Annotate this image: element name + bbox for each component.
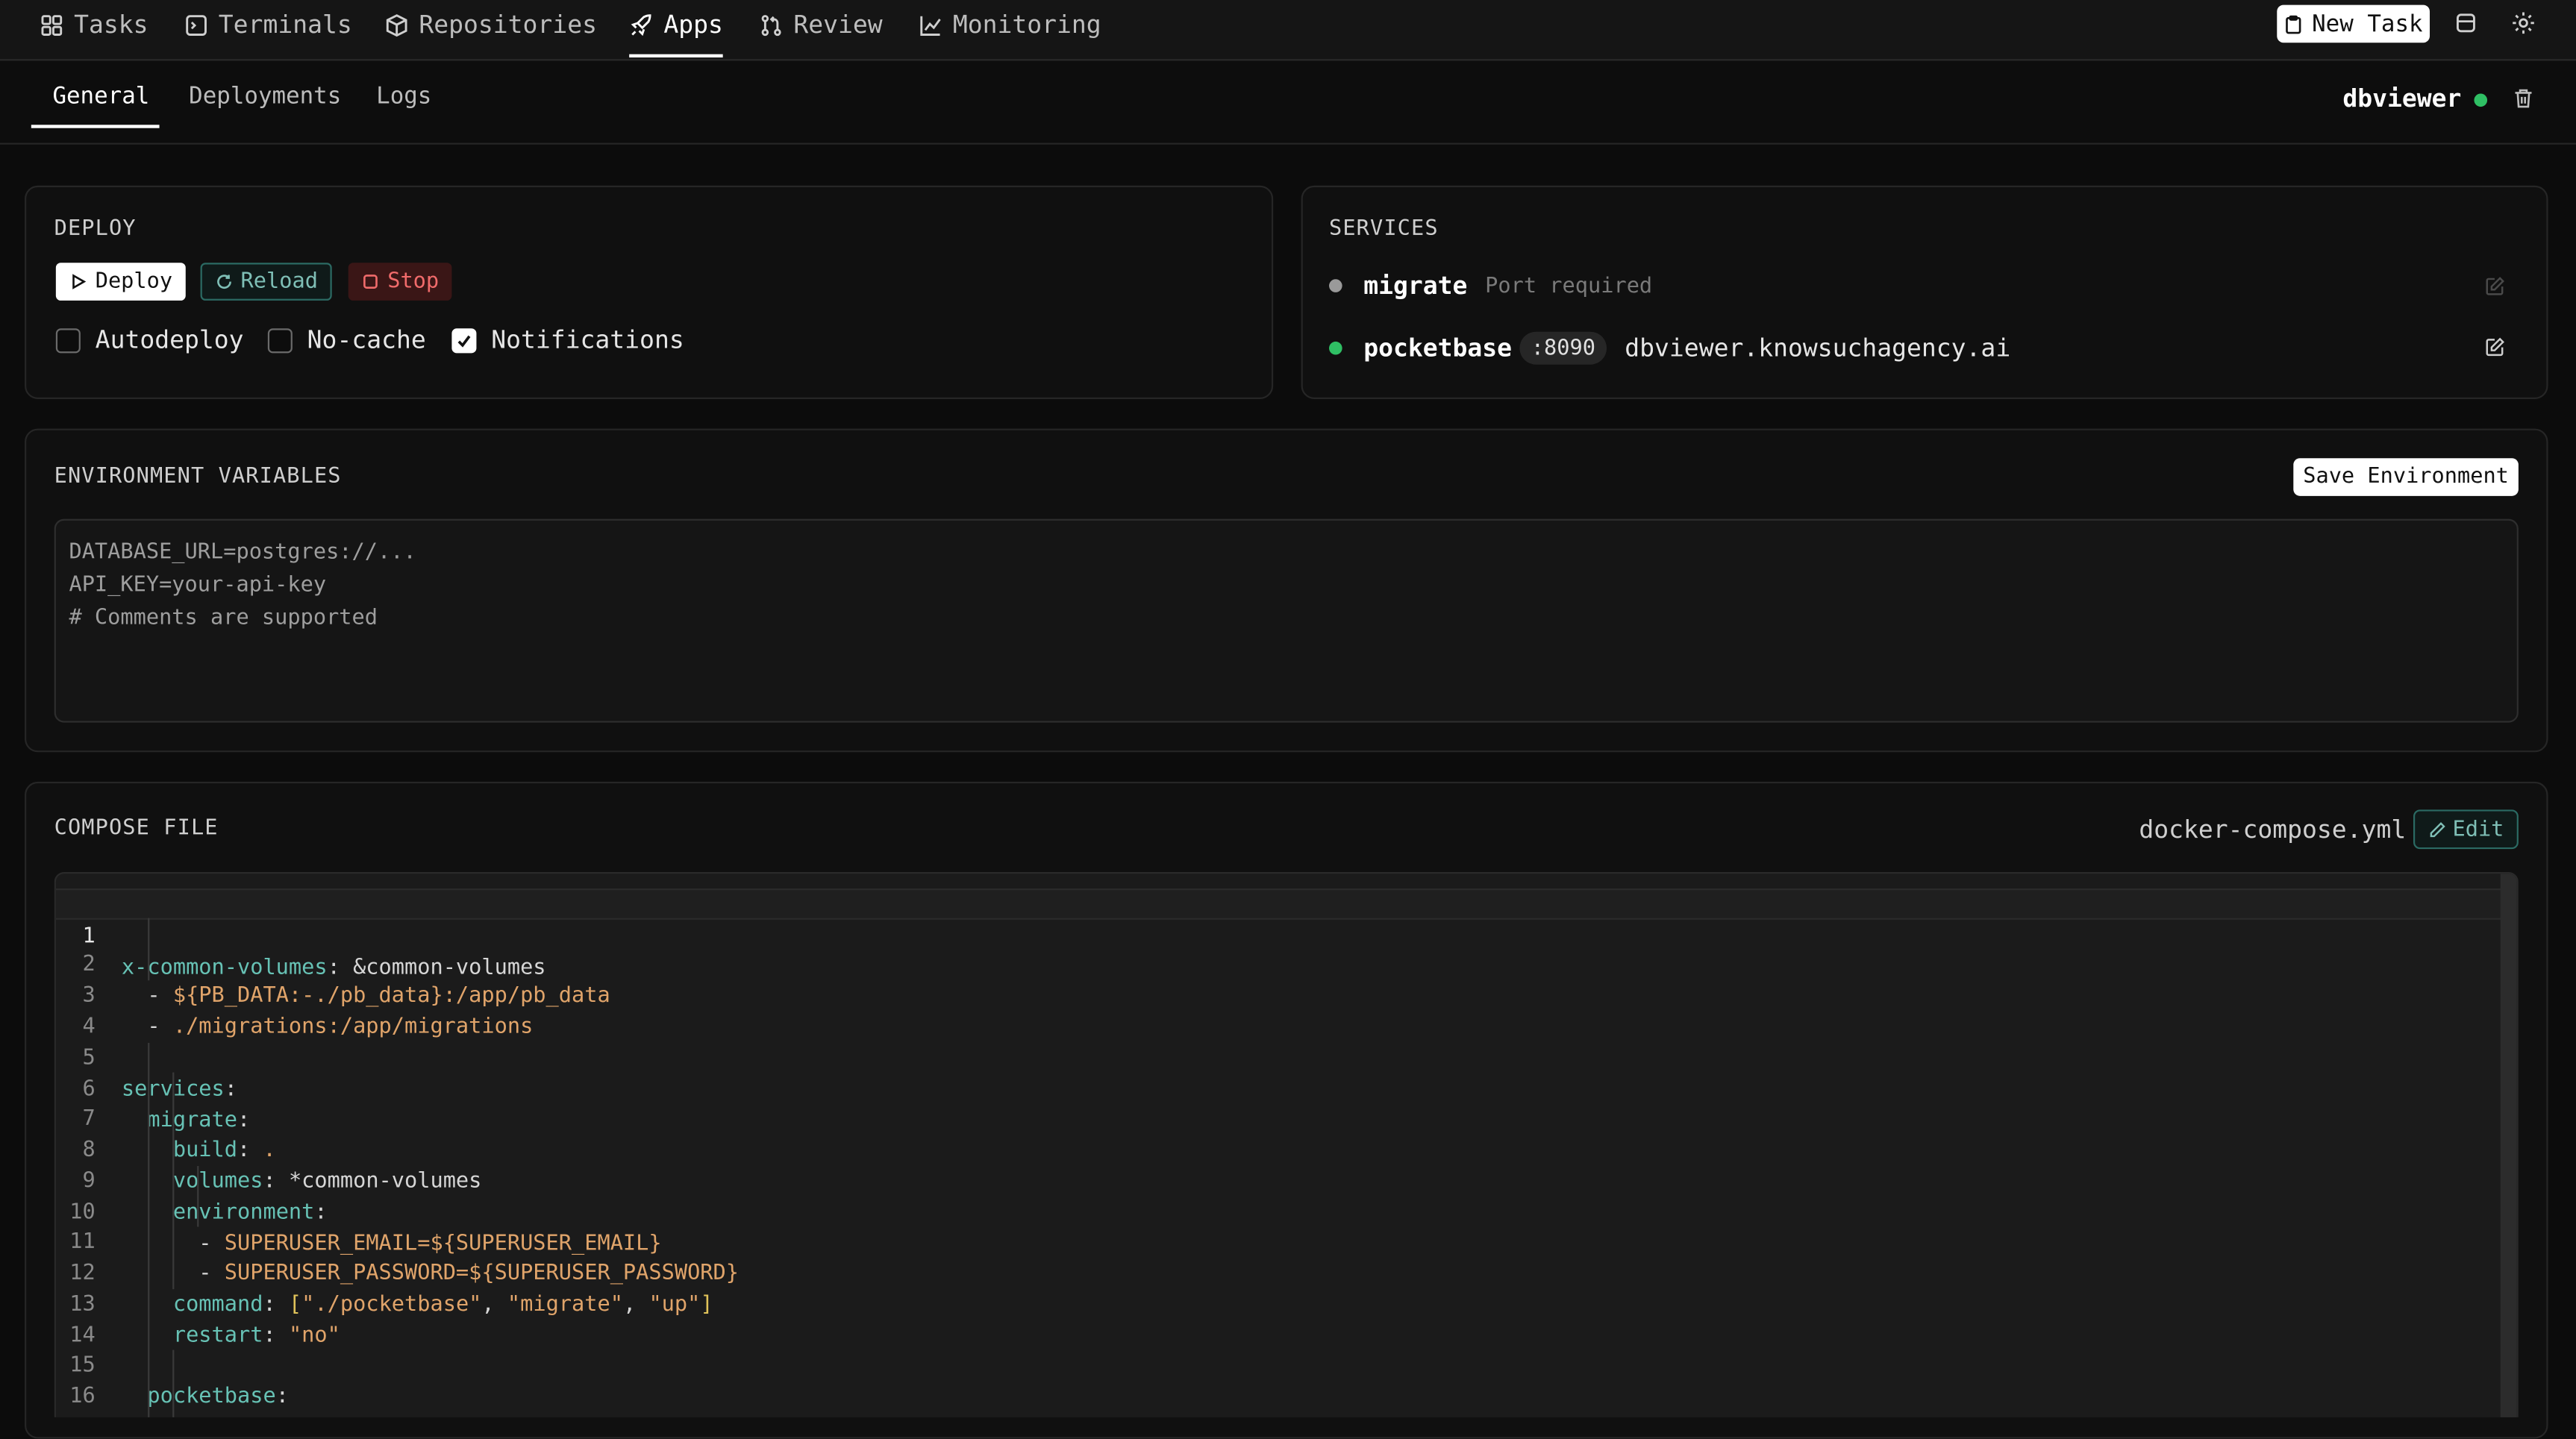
edit-compose-label: Edit	[2452, 817, 2504, 842]
deploy-panel: DEPLOY Deploy Reload Stop Autodeploy No-…	[25, 185, 1274, 399]
stop-button-label: Stop	[387, 269, 440, 295]
stop-button[interactable]: Stop	[348, 263, 452, 301]
deploy-button[interactable]: Deploy	[55, 263, 186, 301]
indent-guide	[197, 1166, 199, 1227]
save-environment-button[interactable]: Save Environment	[2293, 458, 2519, 496]
port-badge: :8090	[1519, 331, 1607, 365]
services-title: SERVICES	[1329, 216, 1439, 242]
compose-title: COMPOSE FILE	[54, 816, 219, 841]
notifications-label: Notifications	[491, 325, 684, 355]
nav-terminals[interactable]: Terminals	[184, 0, 352, 49]
env-title: ENVIRONMENT VARIABLES	[54, 465, 342, 490]
tab-logs[interactable]: Logs	[376, 84, 431, 110]
code-line: 13 restart: "no"	[56, 1258, 2504, 1349]
code-line: 3 - ./migrations:/app/migrations	[56, 949, 2504, 1040]
edit-icon[interactable]	[2484, 336, 2506, 358]
service-migrate-note: Port required	[1485, 274, 1653, 299]
code-line: 4	[56, 980, 2504, 1040]
nav-monitoring-label: Monitoring	[952, 10, 1101, 40]
service-pocketbase-name: pocketbase	[1363, 333, 1513, 363]
reload-button-label: Reload	[240, 269, 318, 295]
reload-button[interactable]: Reload	[200, 263, 332, 301]
code-line: 14	[56, 1289, 2504, 1348]
services-panel: SERVICES migrate Port required pocketbas…	[1301, 185, 2548, 399]
nav-apps[interactable]: Apps	[629, 0, 724, 58]
reload-icon	[216, 275, 231, 289]
code-line: 9 environment:	[56, 1135, 2504, 1225]
no-cache-label: No-cache	[307, 325, 426, 355]
code-text: build: .	[122, 1412, 276, 1417]
nav-repositories[interactable]: Repositories	[384, 0, 597, 49]
code-line: 6 migrate:	[56, 1043, 2504, 1133]
database-icon[interactable]	[2453, 10, 2479, 36]
new-task-label: New Task	[2312, 10, 2423, 37]
edit-icon[interactable]	[2484, 276, 2506, 298]
indent-guide	[172, 1072, 175, 1290]
app-window: Tasks Terminals Repositories Apps Review…	[0, 0, 2576, 1439]
play-icon	[72, 274, 87, 289]
compose-filename: docker-compose.yml	[2139, 814, 2407, 844]
line-number: 17	[56, 1412, 95, 1417]
indent-guide	[172, 1349, 175, 1417]
code-line: 16 build: .	[56, 1350, 2504, 1417]
sub-tabs: General Deployments Logs dbviewer	[0, 60, 2576, 145]
nav-review[interactable]: Review	[759, 0, 883, 49]
autodeploy-label: Autodeploy	[95, 325, 244, 355]
tab-deployments[interactable]: Deployments	[189, 84, 341, 110]
service-migrate-name: migrate	[1363, 271, 1468, 301]
autodeploy-checkbox[interactable]	[55, 328, 81, 354]
service-domain-link[interactable]: dbviewer.knowsuchagency.ai	[1625, 333, 2010, 363]
nav-monitoring[interactable]: Monitoring	[919, 0, 1101, 49]
code-line: 11 - SUPERUSER_PASSWORD=${SUPERUSER_PASS…	[56, 1196, 2504, 1286]
code-line: 12 command: ["./pocketbase", "migrate", …	[56, 1227, 2504, 1317]
app-name: dbviewer	[2342, 84, 2462, 113]
code-editor[interactable]: 1 x-common-volumes: &common-volumes 2 - …	[54, 871, 2519, 1417]
trash-icon[interactable]	[2512, 87, 2535, 110]
code-line: 8 volumes: *common-volumes	[56, 1103, 2504, 1194]
indent-guide	[148, 918, 150, 981]
nav-repositories-label: Repositories	[419, 10, 597, 40]
nav-review-label: Review	[793, 10, 883, 40]
indent-guide	[148, 1042, 150, 1417]
pencil-icon	[2430, 821, 2445, 837]
new-task-button[interactable]: New Task	[2277, 4, 2430, 43]
code-line: 17 restart: unless-stopped	[56, 1381, 2504, 1417]
no-cache-checkbox[interactable]	[267, 328, 293, 354]
nav-tasks-label: Tasks	[74, 10, 149, 40]
edit-compose-button[interactable]: Edit	[2413, 809, 2519, 850]
deploy-title: DEPLOY	[54, 216, 137, 242]
tab-general[interactable]: General	[52, 84, 149, 110]
migrate-status-dot	[1329, 279, 1342, 292]
chart-line-icon	[920, 15, 941, 35]
code-line: 5 services:	[56, 1012, 2504, 1102]
active-tab-indicator	[31, 125, 160, 128]
code-line: 15 pocketbase:	[56, 1319, 2504, 1409]
git-pull-request-icon	[761, 13, 781, 36]
code-line: 7 build: .	[56, 1073, 2504, 1163]
notifications-checkbox[interactable]	[451, 328, 477, 354]
code-line: 2 - ${PB_DATA:-./pb_data}:/app/pb_data	[56, 918, 2504, 1009]
app-status-indicator	[2474, 93, 2488, 107]
clipboard-icon	[2286, 14, 2302, 34]
nav-apps-label: Apps	[663, 10, 723, 40]
deploy-button-label: Deploy	[95, 269, 173, 295]
env-textarea[interactable]: DATABASE_URL=postgres://... API_KEY=your…	[54, 518, 2519, 723]
gear-icon[interactable]	[2510, 10, 2536, 36]
top-navigation: Tasks Terminals Repositories Apps Review…	[0, 0, 2576, 61]
grid-icon	[41, 14, 63, 35]
code-scrollbar[interactable]	[2500, 874, 2517, 1417]
nav-terminals-label: Terminals	[218, 10, 352, 40]
package-icon	[386, 13, 407, 37]
pocketbase-status-dot	[1329, 341, 1342, 355]
terminal-icon	[186, 14, 207, 35]
checkmark-icon	[457, 335, 471, 348]
stop-icon	[363, 275, 378, 289]
rocket-icon	[631, 13, 651, 36]
code-line: 10 - SUPERUSER_EMAIL=${SUPERUSER_EMAIL}	[56, 1166, 2504, 1256]
code-line: 1 x-common-volumes: &common-volumes	[55, 888, 2504, 980]
nav-tasks[interactable]: Tasks	[40, 0, 149, 49]
